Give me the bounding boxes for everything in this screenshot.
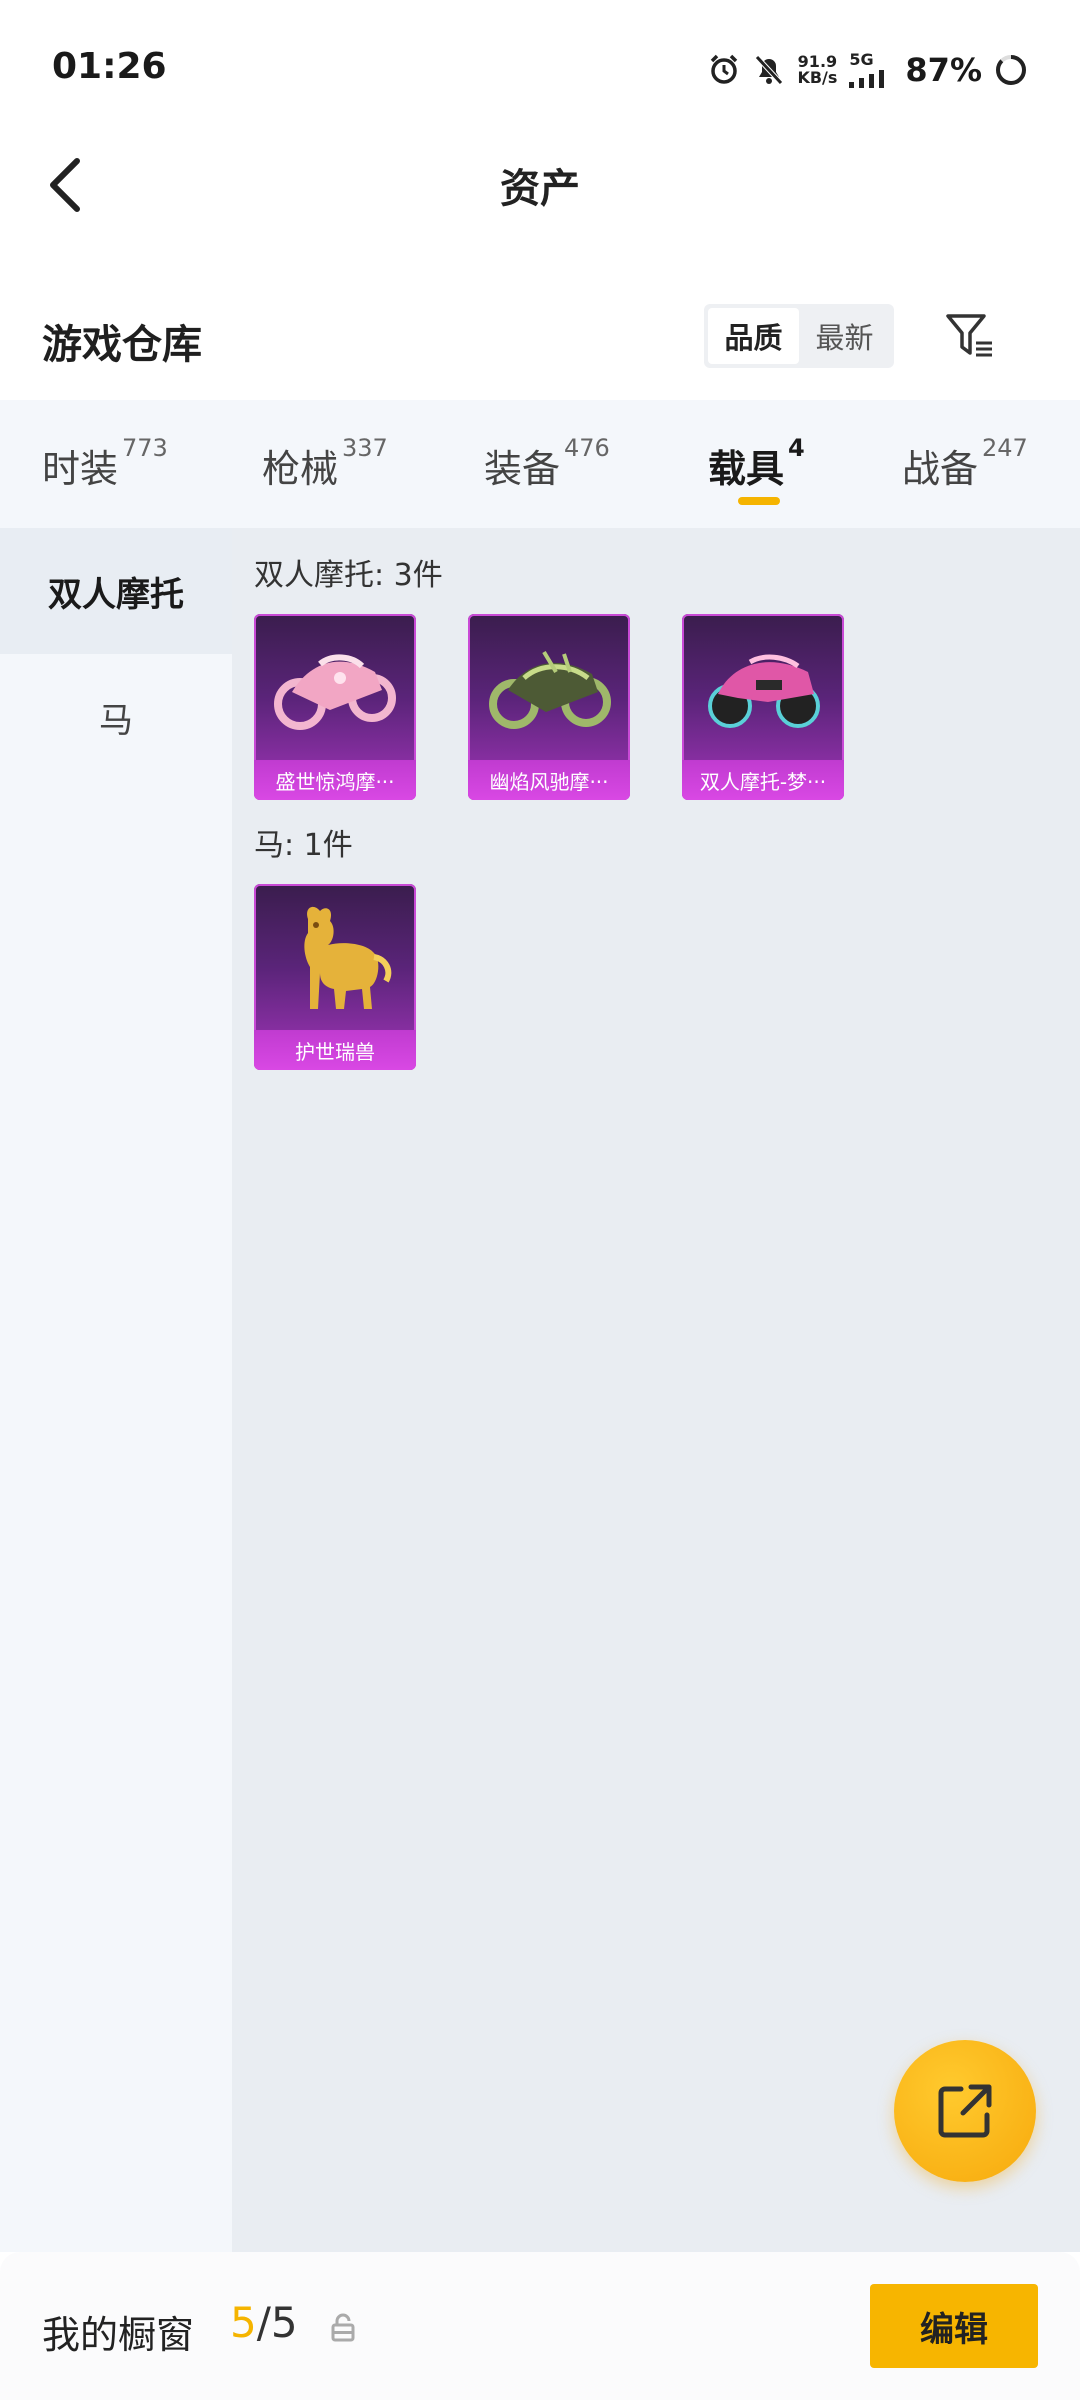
status-time: 01:26 [52, 46, 167, 87]
green-motorcycle-icon [468, 614, 630, 760]
warehouse-title: 游戏仓库 [42, 322, 202, 368]
tab-count: 476 [564, 434, 610, 462]
pink-sport-motorcycle-icon [682, 614, 844, 760]
item-name: 双人摩托-梦··· [682, 760, 844, 800]
status-icons: 91.9 KB/s 5G 87% [707, 48, 1028, 92]
item-name: 护世瑞兽 [254, 1030, 416, 1070]
tab-guns[interactable]: 枪械 337 [262, 434, 388, 493]
status-bar: 01:26 91.9 KB/s 5G 87% [0, 0, 1080, 140]
network-type: 5G [849, 50, 874, 69]
showcase-total: /5 [256, 2298, 298, 2347]
tab-fashion[interactable]: 时装 773 [42, 434, 168, 493]
tab-vehicles[interactable]: 载具 4 [708, 434, 805, 493]
tab-label: 装备 [484, 447, 561, 491]
item-grid: 双人摩托: 3件 盛世惊鸿摩··· 幽焰风驰摩··· 双人摩托-梦··· 马: … [232, 528, 1080, 2252]
tab-count: 247 [982, 434, 1028, 462]
sort-latest-button[interactable]: 最新 [799, 308, 890, 364]
showcase-label: 我的橱窗 [42, 2313, 195, 2357]
tab-equipment[interactable]: 装备 476 [484, 434, 610, 493]
group-title: 双人摩托: 3件 [254, 558, 443, 593]
tab-label: 战备 [902, 447, 979, 491]
mute-bell-icon [753, 53, 785, 87]
item-name: 幽焰风驰摩··· [468, 760, 630, 800]
tab-label: 时装 [42, 447, 119, 491]
speed-unit: KB/s [797, 68, 838, 87]
tab-label: 枪械 [262, 447, 339, 491]
tab-count: 773 [122, 434, 168, 462]
battery-ring-icon [994, 53, 1028, 87]
share-button[interactable] [894, 2040, 1036, 2182]
page-title: 资产 [500, 166, 580, 212]
tab-label: 载具 [708, 447, 785, 491]
item-name: 盛世惊鸿摩··· [254, 760, 416, 800]
lock-icon [330, 2312, 356, 2346]
item-card[interactable]: 护世瑞兽 [254, 884, 416, 1070]
warehouse-toolbar: 游戏仓库 品质 最新 [0, 292, 1080, 388]
active-tab-indicator [738, 497, 780, 505]
item-card[interactable]: 双人摩托-梦··· [682, 614, 844, 800]
sort-toggle: 品质 最新 [704, 304, 894, 368]
showcase-current: 5 [230, 2298, 257, 2347]
tab-count: 4 [788, 434, 805, 462]
golden-beast-icon [254, 884, 416, 1030]
tab-count: 337 [342, 434, 388, 462]
share-icon [938, 2084, 992, 2138]
filter-icon [946, 314, 992, 357]
battery-percent: 87% [905, 51, 982, 89]
sidebar-item-two-person-moto[interactable]: 双人摩托 [0, 528, 232, 654]
network-indicator: 5G [849, 52, 893, 88]
tab-combat-gear[interactable]: 战备 247 [902, 434, 1028, 493]
group-title: 马: 1件 [254, 828, 353, 863]
signal-icon [849, 70, 885, 88]
item-card[interactable]: 幽焰风驰摩··· [468, 614, 630, 800]
showcase-bar: 我的橱窗 5/5 编辑 [0, 2252, 1080, 2400]
showcase-count: 5/5 [230, 2298, 298, 2347]
subcategory-sidebar: 双人摩托 马 [0, 528, 232, 2252]
alarm-icon [707, 53, 741, 87]
network-speed: 91.9 KB/s [797, 54, 837, 86]
sidebar-item-horse[interactable]: 马 [0, 654, 232, 780]
edit-button[interactable]: 编辑 [870, 2284, 1038, 2368]
sort-quality-button[interactable]: 品质 [708, 308, 799, 364]
header: 资产 [0, 140, 1080, 230]
item-card[interactable]: 盛世惊鸿摩··· [254, 614, 416, 800]
filter-button[interactable] [940, 306, 1000, 366]
pink-motorcycle-icon [254, 614, 416, 760]
category-tabs: 时装 773 枪械 337 装备 476 载具 4 战备 247 [0, 400, 1080, 528]
